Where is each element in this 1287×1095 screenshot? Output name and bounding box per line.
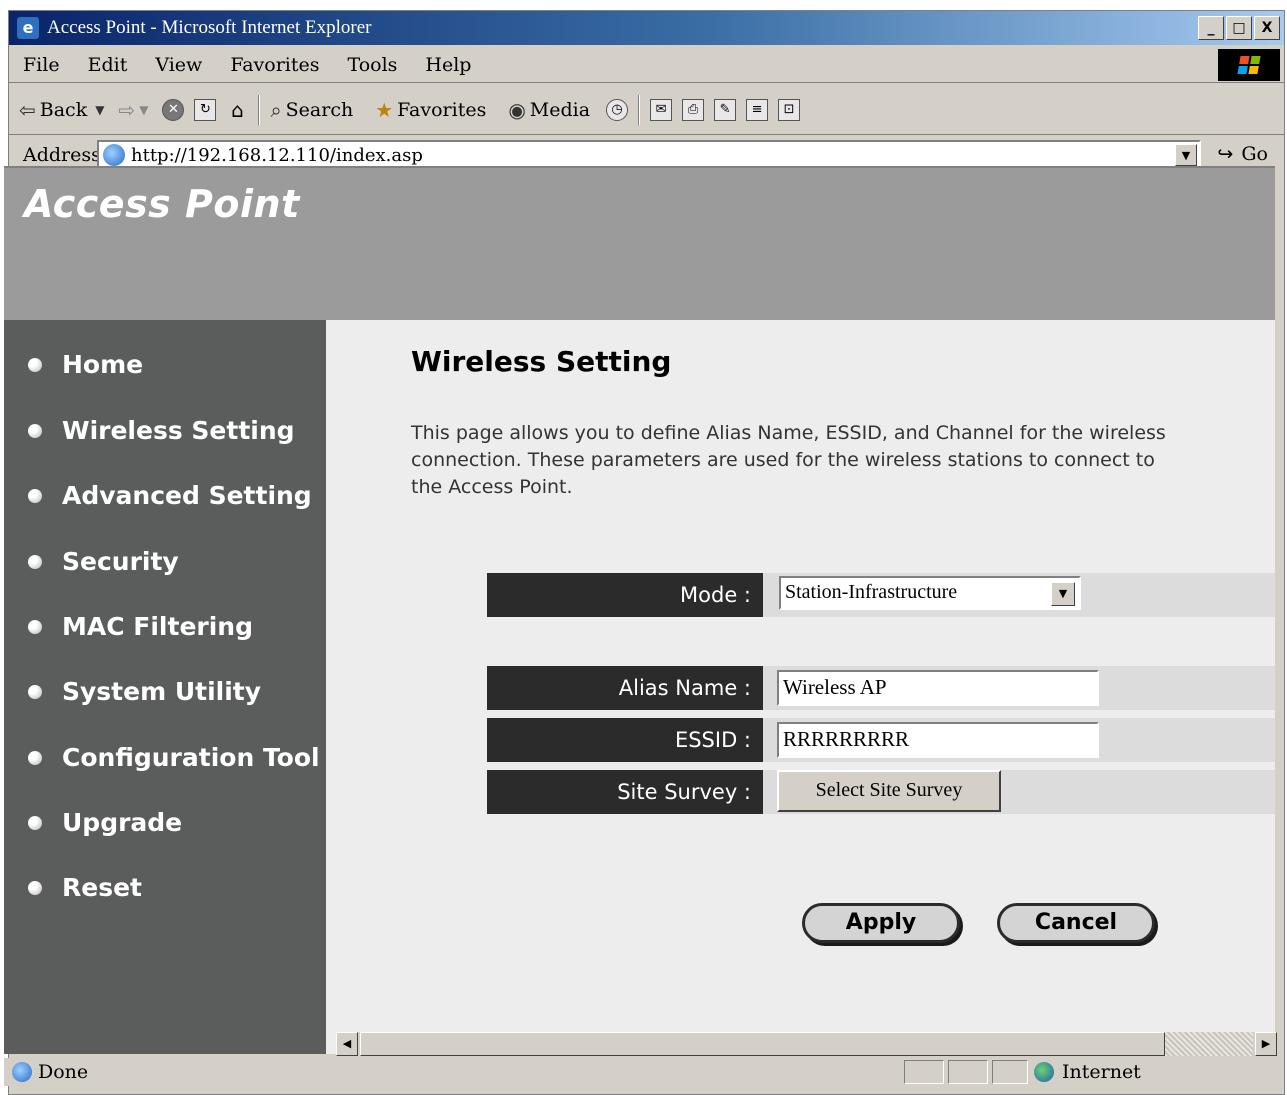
address-url: http://192.168.12.110/index.asp [131, 144, 423, 166]
select-site-survey-button[interactable]: Select Site Survey [777, 770, 1001, 812]
page-description: This page allows you to define Alias Nam… [411, 422, 1166, 498]
minimize-button[interactable]: _ [1198, 16, 1224, 40]
sidebar-item-reset[interactable]: Reset [28, 873, 142, 902]
page-icon [103, 144, 125, 166]
sidebar-item-wireless-setting[interactable]: Wireless Setting [28, 416, 295, 445]
bullet-icon [28, 684, 42, 699]
bullet-icon [28, 619, 42, 634]
alias-name-input[interactable]: Wireless AP [777, 670, 1099, 706]
header-banner: Access Point [4, 168, 1275, 320]
chevron-down-icon[interactable]: ▼ [1051, 582, 1075, 606]
back-arrow-icon: ⇦ [19, 97, 36, 122]
go-button[interactable]: ↪ Go [1217, 143, 1268, 165]
forward-arrow-icon: ⇨ [118, 97, 136, 122]
page-done-icon [12, 1062, 32, 1082]
bullet-icon [28, 750, 42, 765]
menu-tools[interactable]: Tools [348, 54, 398, 76]
scrollbar-thumb[interactable] [360, 1032, 1165, 1056]
banner-title: Access Point [24, 182, 300, 226]
window-title: Access Point - Microsoft Internet Explor… [47, 17, 372, 38]
ie-icon: e [17, 17, 39, 39]
bullet-icon [28, 357, 42, 372]
sidebar-item-system-utility[interactable]: System Utility [28, 677, 261, 706]
media-icon: ◉ [508, 97, 526, 122]
bullet-icon [28, 488, 42, 503]
address-dropdown-button[interactable]: ▼ [1175, 144, 1197, 166]
status-text: Done [38, 1061, 89, 1083]
status-pane [992, 1060, 1028, 1084]
toolbar-separator [258, 94, 261, 125]
stop-icon[interactable]: ✕ [162, 98, 185, 121]
home-icon[interactable]: ⌂ [226, 98, 248, 122]
zone-label: Internet [1062, 1061, 1141, 1083]
go-arrow-icon: ↪ [1217, 143, 1234, 165]
edit-icon[interactable]: ✎ [714, 98, 737, 121]
status-pane [904, 1060, 944, 1084]
favorites-button[interactable]: ★ Favorites [375, 98, 486, 122]
title-bar: e Access Point - Microsoft Internet Expl… [9, 11, 1284, 45]
chevron-down-icon: ▼ [139, 102, 149, 117]
menu-edit[interactable]: Edit [88, 54, 128, 76]
bullet-icon [28, 423, 42, 438]
apply-button[interactable]: Apply [802, 903, 960, 943]
sidebar-item-home[interactable]: Home [28, 350, 143, 379]
essid-input[interactable]: RRRRRRRRR [777, 722, 1099, 758]
menu-view[interactable]: View [155, 54, 202, 76]
sidebar-item-mac-filtering[interactable]: MAC Filtering [28, 612, 253, 641]
site-survey-label: Site Survey : [487, 770, 763, 814]
alias-name-row: Alias Name : Wireless AP [487, 666, 1275, 710]
forward-button[interactable]: ⇨ ▼ [118, 98, 152, 122]
favorites-star-icon: ★ [375, 97, 394, 122]
mode-label: Mode : [487, 573, 763, 617]
refresh-icon[interactable]: ↻ [194, 98, 217, 121]
menu-help[interactable]: Help [425, 54, 471, 76]
mail-icon[interactable]: ✉ [650, 98, 673, 121]
menu-favorites[interactable]: Favorites [230, 54, 319, 76]
media-button[interactable]: ◉ Media [508, 98, 590, 122]
security-zone: Internet [1034, 1058, 1141, 1086]
sidebar-item-upgrade[interactable]: Upgrade [28, 808, 182, 837]
sidebar-item-configuration-tool[interactable]: Configuration Tool [28, 743, 320, 772]
toolbar: ⇦ Back ▼ ⇨ ▼ ✕ ↻ ⌂ ⌕ Search ★ Favorites … [9, 85, 1284, 135]
discuss-icon[interactable]: ≡ [746, 98, 769, 121]
back-button[interactable]: ⇦ Back ▼ [19, 98, 108, 122]
mode-row: Mode : Station-Infrastructure ▼ [487, 573, 1275, 617]
scrollbar-track[interactable] [1165, 1032, 1253, 1056]
essid-row: ESSID : RRRRRRRRR [487, 718, 1275, 762]
chevron-down-icon: ▼ [95, 102, 105, 117]
status-bar: Done Internet [4, 1058, 1275, 1086]
messenger-icon[interactable]: ⊡ [778, 98, 801, 121]
bullet-icon [28, 554, 42, 569]
mode-selected-value: Station-Infrastructure [785, 581, 958, 603]
cancel-button[interactable]: Cancel [997, 903, 1155, 943]
toolbar-separator [638, 94, 641, 125]
alias-name-label: Alias Name : [487, 666, 763, 710]
page-title: Wireless Setting [411, 345, 672, 378]
windows-logo-icon [1218, 49, 1280, 81]
site-survey-row: Site Survey : Select Site Survey [487, 770, 1275, 814]
search-button[interactable]: ⌕ Search [270, 98, 353, 122]
internet-globe-icon [1034, 1062, 1054, 1082]
bullet-icon [28, 880, 42, 895]
bullet-icon [28, 815, 42, 830]
close-button[interactable]: X [1254, 16, 1280, 40]
status-pane [948, 1060, 988, 1084]
essid-label: ESSID : [487, 718, 763, 762]
mode-select[interactable]: Station-Infrastructure ▼ [779, 576, 1081, 610]
sidebar-item-security[interactable]: Security [28, 547, 179, 576]
menu-file[interactable]: File [23, 54, 60, 76]
history-icon[interactable]: ◷ [606, 98, 629, 121]
search-icon: ⌕ [270, 97, 282, 122]
menu-bar: File Edit View Favorites Tools Help [9, 47, 1284, 83]
scroll-right-arrow-icon[interactable]: ▶ [1255, 1032, 1277, 1056]
address-label: Address [23, 144, 101, 166]
sidebar: Home Wireless Setting Advanced Setting S… [4, 320, 326, 1054]
maximize-button[interactable]: □ [1226, 16, 1252, 40]
scroll-left-arrow-icon[interactable]: ◀ [336, 1032, 358, 1056]
sidebar-item-advanced-setting[interactable]: Advanced Setting [28, 481, 312, 510]
print-icon[interactable]: ⎙ [682, 98, 705, 121]
horizontal-scrollbar[interactable]: ◀ ▶ [336, 1032, 1277, 1056]
window-controls: _ □ X [1198, 16, 1280, 40]
main-content: Wireless Setting This page allows you to… [326, 320, 1275, 1054]
